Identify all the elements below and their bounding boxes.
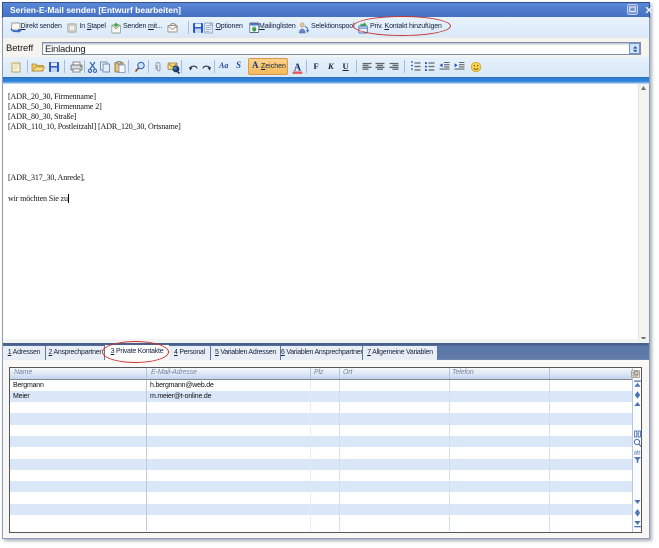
- svg-text:ab: ab: [634, 451, 641, 457]
